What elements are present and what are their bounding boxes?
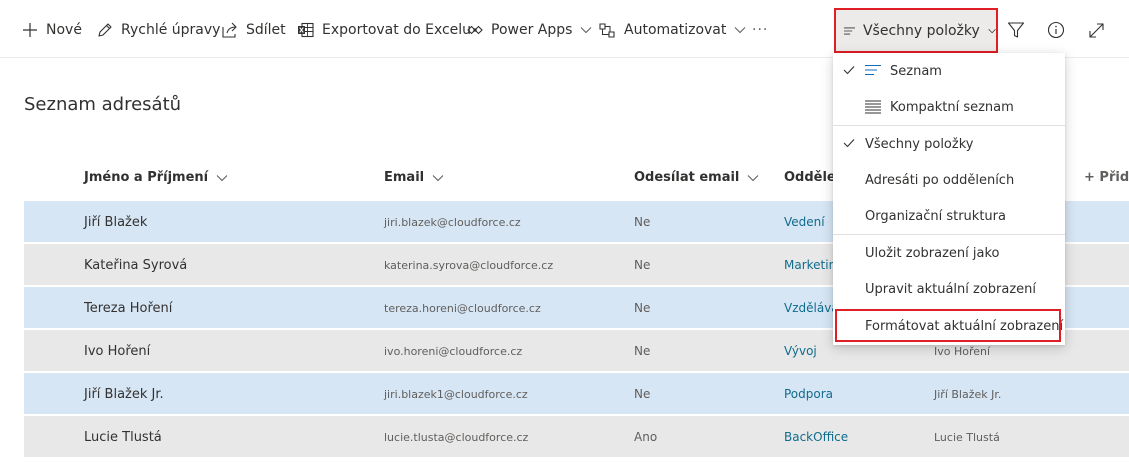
- more-button[interactable]: ···: [752, 19, 768, 41]
- cell-manager: Lucie Tlustá: [934, 430, 1000, 444]
- format-view-highlight: [835, 309, 1061, 342]
- menu-item-compact-list[interactable]: Kompaktní seznam: [833, 89, 1065, 125]
- menu-item-label: Upravit aktuální zobrazení: [865, 281, 1037, 297]
- check-icon: [843, 66, 855, 75]
- excel-icon: [298, 22, 314, 38]
- plus-icon: [23, 23, 37, 37]
- expand-icon: [1088, 22, 1104, 38]
- chevron-down-icon: [748, 174, 759, 181]
- info-icon: [1047, 21, 1065, 39]
- cell-department-link[interactable]: BackOffice: [784, 416, 848, 458]
- cell-name: Lucie Tlustá: [84, 429, 162, 445]
- new-button[interactable]: Nové: [22, 19, 82, 41]
- share-icon: [222, 22, 237, 38]
- column-header-label: Jméno a Příjmení: [84, 170, 209, 185]
- power-apps-button[interactable]: Power Apps: [467, 19, 592, 41]
- cell-department-link[interactable]: Podpora: [784, 373, 833, 415]
- cell-name: Jiří Blažek: [84, 214, 148, 230]
- cell-send-email: Ne: [634, 387, 651, 401]
- chevron-down-icon: [432, 174, 444, 181]
- cell-name: Ivo Hoření: [84, 343, 151, 359]
- chevron-down-icon: [734, 27, 746, 34]
- table-row[interactable]: Jiří Blažek Jr. jiri.blazek1@cloudforce.…: [24, 373, 1129, 415]
- cell-email: jiri.blazek@cloudforce.cz: [384, 215, 521, 229]
- page-title: Seznam adresátů: [24, 94, 182, 115]
- chevron-down-icon: [216, 174, 228, 181]
- filter-icon: [1007, 22, 1025, 38]
- cell-send-email: Ne: [634, 215, 651, 229]
- automate-button[interactable]: Automatizovat: [598, 19, 746, 41]
- cell-name: Jiří Blažek Jr.: [84, 386, 164, 402]
- column-header-name[interactable]: Jméno a Příjmení: [84, 170, 228, 185]
- menu-item-org-structure[interactable]: Organizační struktura: [833, 198, 1065, 234]
- menu-item-edit-view[interactable]: Upravit aktuální zobrazení: [833, 271, 1065, 307]
- pencil-icon: [98, 22, 112, 37]
- menu-item-label: Uložit zobrazení jako: [865, 245, 1000, 261]
- info-button[interactable]: [1046, 20, 1066, 40]
- menu-item-label: Všechny položky: [865, 136, 974, 152]
- menu-item-label: Kompaktní seznam: [890, 99, 1014, 115]
- menu-item-label: Organizační struktura: [865, 208, 1006, 224]
- cell-department-link[interactable]: Vývoj: [784, 330, 817, 372]
- expand-button[interactable]: [1086, 20, 1106, 40]
- filter-button[interactable]: [1006, 20, 1026, 40]
- check-icon: [843, 139, 855, 148]
- cell-name: Kateřina Syrová: [84, 257, 188, 273]
- view-selector[interactable]: Všechny položky: [834, 8, 998, 53]
- cell-department-link[interactable]: Vzdělává: [784, 287, 839, 329]
- column-header-label: Email: [384, 170, 425, 185]
- new-label: Nové: [46, 22, 82, 38]
- automate-label: Automatizovat: [624, 22, 727, 38]
- export-excel-button[interactable]: Exportovat do Excelu: [297, 19, 471, 41]
- cell-manager: Jiří Blažek Jr.: [934, 387, 1002, 401]
- cell-name: Tereza Hoření: [84, 300, 173, 316]
- menu-item-label: Seznam: [890, 63, 942, 79]
- menu-item-save-view-as[interactable]: Uložit zobrazení jako: [833, 235, 1065, 271]
- cell-email: tereza.horeni@cloudforce.cz: [384, 301, 541, 315]
- add-column-label: + Přida: [1084, 170, 1129, 185]
- menu-item-list[interactable]: Seznam: [833, 53, 1065, 89]
- flow-icon: [599, 22, 615, 38]
- cell-send-email: Ano: [634, 430, 658, 444]
- more-label: ···: [752, 22, 769, 38]
- cell-department-link[interactable]: Vedení: [784, 201, 825, 243]
- cell-send-email: Ne: [634, 301, 651, 315]
- quick-edit-label: Rychlé úpravy: [121, 22, 221, 38]
- cell-email: katerina.syrova@cloudforce.cz: [384, 258, 554, 272]
- command-bar: Nové Rychlé úpravy Sdílet Exportovat do …: [0, 0, 1129, 58]
- view-selector-label: Všechny položky: [862, 22, 980, 39]
- chevron-down-icon: [581, 27, 592, 34]
- lines-icon: [865, 64, 881, 76]
- chevron-down-icon: [988, 28, 996, 33]
- cell-email: lucie.tlusta@cloudforce.cz: [384, 430, 529, 444]
- power-apps-label: Power Apps: [491, 22, 573, 38]
- menu-item-label: Adresáti po odděleních: [865, 172, 1015, 188]
- lines-icon: [844, 27, 855, 34]
- menu-item-by-department[interactable]: Adresáti po odděleních: [833, 162, 1065, 198]
- cell-email: jiri.blazek1@cloudforce.cz: [384, 387, 528, 401]
- compact-lines-icon: [865, 100, 881, 114]
- column-header-email[interactable]: Email: [384, 170, 444, 185]
- add-column-button[interactable]: + Přida: [1084, 170, 1129, 185]
- column-header-send-email[interactable]: Odesílat email: [634, 170, 759, 185]
- share-label: Sdílet: [246, 22, 286, 38]
- column-header-label: Odesílat email: [634, 170, 740, 185]
- cell-send-email: Ne: [634, 344, 651, 358]
- cell-send-email: Ne: [634, 258, 651, 272]
- export-excel-label: Exportovat do Excelu: [322, 22, 472, 38]
- power-apps-icon: [467, 25, 483, 35]
- cell-email: ivo.horeni@cloudforce.cz: [384, 344, 523, 358]
- share-button[interactable]: Sdílet: [221, 19, 286, 41]
- view-dropdown-menu: Seznam Kompaktní seznam Všechny položky …: [833, 53, 1065, 345]
- menu-item-all-items[interactable]: Všechny položky: [833, 126, 1065, 162]
- table-row[interactable]: Lucie Tlustá lucie.tlusta@cloudforce.cz …: [24, 416, 1129, 458]
- quick-edit-button[interactable]: Rychlé úpravy: [96, 19, 220, 41]
